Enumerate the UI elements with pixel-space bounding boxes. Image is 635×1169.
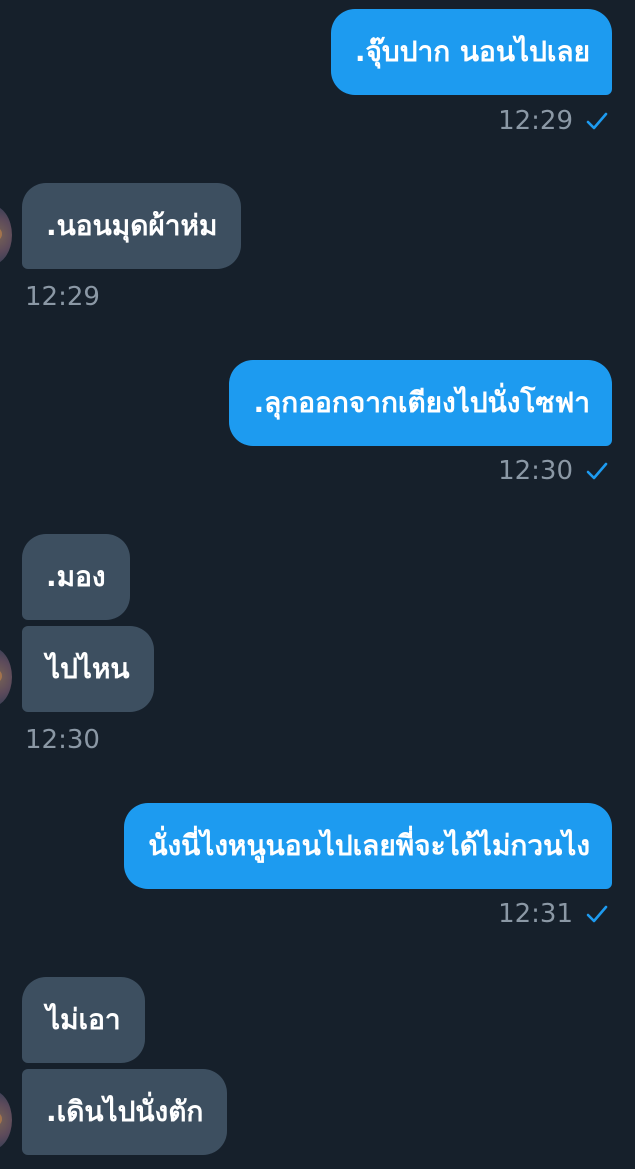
message-bubble-incoming[interactable]: ไปไหน bbox=[22, 626, 154, 712]
message-text: .เดินไปนั่งตัก bbox=[46, 1095, 204, 1128]
message-meta: 12:30 bbox=[25, 720, 100, 760]
checkmark-icon bbox=[586, 462, 608, 480]
message-meta: 12:29 bbox=[25, 277, 100, 317]
avatar[interactable] bbox=[0, 647, 12, 707]
message-bubble-outgoing[interactable]: .ลุกออกจากเตียงไปนั่งโซฟา bbox=[229, 360, 612, 446]
checkmark-icon bbox=[586, 905, 608, 923]
avatar[interactable] bbox=[0, 205, 12, 265]
message-bubble-incoming[interactable]: ไม่เอา bbox=[22, 977, 145, 1063]
message-text: .มอง bbox=[46, 560, 106, 593]
chat-conversation: .จุ๊บปาก นอนไปเลย 12:29 .นอนมุดผ้าห่ม 12… bbox=[0, 0, 635, 1169]
message-text: .จุ๊บปาก นอนไปเลย bbox=[354, 35, 590, 68]
message-text: นั่งนี่ไงหนูนอนไปเลยพี่จะได้ไม่กวนไง bbox=[148, 829, 590, 862]
checkmark-icon bbox=[586, 112, 608, 130]
message-text: .ลุกออกจากเตียงไปนั่งโซฟา bbox=[253, 386, 590, 419]
message-meta: 12:31 bbox=[498, 894, 609, 934]
message-text: ไม่เอา bbox=[46, 1003, 121, 1036]
message-text: ไปไหน bbox=[46, 652, 130, 685]
message-bubble-outgoing[interactable]: นั่งนี่ไงหนูนอนไปเลยพี่จะได้ไม่กวนไง bbox=[124, 803, 612, 889]
message-timestamp: 12:29 bbox=[498, 106, 573, 136]
message-timestamp: 12:29 bbox=[25, 282, 100, 312]
message-timestamp: 12:31 bbox=[498, 899, 573, 929]
message-text: .นอนมุดผ้าห่ม bbox=[46, 209, 218, 242]
message-timestamp: 12:30 bbox=[498, 456, 573, 486]
message-meta: 12:30 bbox=[498, 451, 609, 491]
message-timestamp: 12:30 bbox=[25, 725, 100, 755]
message-bubble-incoming[interactable]: .มอง bbox=[22, 534, 130, 620]
avatar[interactable] bbox=[0, 1090, 12, 1150]
message-meta: 12:29 bbox=[498, 101, 609, 141]
message-bubble-incoming[interactable]: .เดินไปนั่งตัก bbox=[22, 1069, 228, 1155]
message-bubble-incoming[interactable]: .นอนมุดผ้าห่ม bbox=[22, 183, 242, 269]
message-bubble-outgoing[interactable]: .จุ๊บปาก นอนไปเลย bbox=[330, 9, 612, 95]
